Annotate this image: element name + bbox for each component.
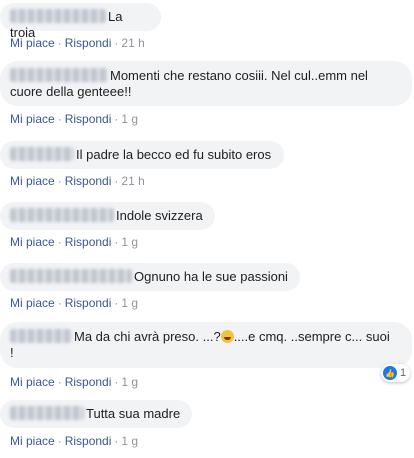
comment-text: Il padre la becco ed fu subito eros [76, 147, 272, 162]
comment-actions: Mi piace · Rispondi · 1 g [10, 296, 139, 310]
reaction-count: 1 [400, 367, 407, 379]
comment-bubble: Il padre la becco ed fu subito eros [0, 141, 284, 169]
comment-text: Ognuno ha le sue passioni [134, 269, 288, 284]
like-link[interactable]: Mi piace [10, 174, 55, 188]
comment-bubble: Ma da chi avrà preso. ...? ....e cmq. ..s… [0, 322, 412, 368]
comment-text: Tutta sua madre [86, 406, 181, 421]
timestamp[interactable]: 21 h [121, 174, 144, 188]
comment-actions: Mi piace · Rispondi · 21 h [10, 174, 145, 188]
author-name-blurred[interactable] [10, 329, 72, 343]
like-link[interactable]: Mi piace [10, 434, 55, 448]
reply-link[interactable]: Rispondi [65, 36, 112, 50]
author-name-blurred[interactable] [10, 68, 108, 82]
timestamp[interactable]: 1 g [121, 296, 138, 310]
like-link[interactable]: Mi piace [10, 296, 55, 310]
reply-link[interactable]: Rispondi [65, 296, 112, 310]
comment-text-part-1: Ma da chi avrà preso. ...? [74, 329, 221, 344]
comment-bubble: Indole svizzera [0, 202, 215, 230]
comment-bubble: Tutta sua madre [0, 400, 192, 428]
reply-link[interactable]: Rispondi [65, 112, 112, 126]
reply-link[interactable]: Rispondi [65, 375, 112, 389]
comment-bubble: La troia [0, 3, 161, 40]
comment-actions: Mi piace · Rispondi · 1 g [10, 375, 139, 389]
like-link[interactable]: Mi piace [10, 375, 55, 389]
like-link[interactable]: Mi piace [10, 36, 55, 50]
reaction-summary[interactable]: 👍 1 [381, 364, 411, 382]
author-name-blurred[interactable] [10, 269, 132, 283]
comment-text-line-1: Momenti che restano cosiii. Nel cul..emm… [110, 68, 368, 83]
comment-actions: Mi piace · Rispondi · 1 g [10, 434, 139, 448]
timestamp[interactable]: 21 h [121, 36, 144, 50]
reply-link[interactable]: Rispondi [65, 174, 112, 188]
author-name-blurred[interactable] [10, 208, 114, 222]
timestamp[interactable]: 1 g [121, 375, 138, 389]
timestamp[interactable]: 1 g [121, 434, 138, 448]
like-link[interactable]: Mi piace [10, 112, 55, 126]
comment-actions: Mi piace · Rispondi · 21 h [10, 36, 145, 50]
author-name-blurred[interactable] [10, 9, 106, 23]
reply-link[interactable]: Rispondi [65, 235, 112, 249]
separator: · [57, 36, 62, 50]
author-name-blurred[interactable] [10, 147, 74, 161]
comment-text-line-2: ! [10, 345, 14, 360]
timestamp[interactable]: 1 g [121, 112, 138, 126]
like-link[interactable]: Mi piace [10, 235, 55, 249]
reply-link[interactable]: Rispondi [65, 434, 112, 448]
comment-text-line-2: cuore della genteee!! [10, 84, 132, 99]
grinning-sweat-emoji-icon [220, 330, 234, 343]
timestamp[interactable]: 1 g [121, 235, 138, 249]
comment-bubble: Momenti che restano cosiii. Nel cul..emm… [0, 61, 412, 106]
comment-actions: Mi piace · Rispondi · 1 g [10, 235, 139, 249]
comment-text-part-2: ....e cmq. ..sempre c... suoi [233, 329, 390, 344]
like-icon: 👍 [383, 366, 397, 380]
comment-actions: Mi piace · Rispondi · 1 g [10, 112, 139, 126]
comment-bubble: Ognuno ha le sue passioni [0, 263, 300, 291]
author-name-blurred[interactable] [10, 406, 84, 420]
comment-text: Indole svizzera [116, 208, 203, 223]
